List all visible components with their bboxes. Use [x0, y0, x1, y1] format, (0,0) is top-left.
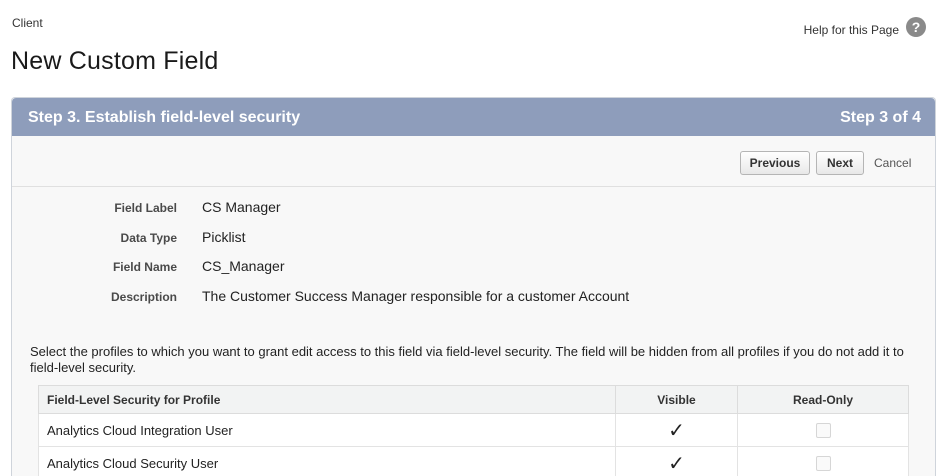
step-header: Step 3. Establish field-level security S…: [12, 98, 935, 136]
detail-row-field-name: Field Name CS_Manager: [12, 258, 935, 280]
detail-value: Picklist: [202, 229, 246, 245]
object-type-label: Client: [12, 16, 43, 30]
detail-value: CS Manager: [202, 199, 281, 215]
help-link[interactable]: Help for this Page: [804, 23, 899, 37]
cancel-link[interactable]: Cancel: [874, 156, 911, 170]
visible-checkbox[interactable]: ✓: [668, 453, 685, 475]
table-header-row: Field-Level Security for Profile Visible…: [38, 385, 909, 414]
detail-label: Data Type: [120, 231, 177, 245]
field-details: Field Label CS Manager Data Type Picklis…: [12, 187, 935, 317]
detail-row-field-label: Field Label CS Manager: [12, 199, 935, 221]
read-only-checkbox[interactable]: [815, 456, 831, 472]
field-level-security-table: Field-Level Security for Profile Visible…: [38, 385, 909, 476]
read-only-checkbox[interactable]: [815, 423, 831, 439]
next-button[interactable]: Next: [816, 151, 864, 175]
table-row: Analytics Cloud Integration User ✓: [38, 413, 909, 447]
page: Client New Custom Field Help for this Pa…: [0, 0, 936, 476]
table-row: Analytics Cloud Security User ✓: [38, 446, 909, 476]
column-header-visible[interactable]: Visible: [615, 385, 738, 414]
profile-name: Analytics Cloud Security User: [38, 446, 616, 476]
detail-label: Field Name: [112, 260, 177, 274]
profile-name: Analytics Cloud Integration User: [38, 413, 616, 447]
detail-label: Field Label: [114, 201, 177, 215]
read-only-cell[interactable]: [737, 446, 909, 476]
page-title: New Custom Field: [11, 46, 219, 75]
instructions-text: Select the profiles to which you want to…: [30, 344, 904, 375]
detail-value: The Customer Success Manager responsible…: [202, 288, 630, 304]
step-count: Step 3 of 4: [840, 109, 921, 126]
detail-row-data-type: Data Type Picklist: [12, 229, 935, 251]
detail-row-description: Description The Customer Success Manager…: [12, 288, 935, 310]
column-header-profile: Field-Level Security for Profile: [38, 385, 616, 414]
read-only-cell[interactable]: [737, 413, 909, 447]
visible-cell[interactable]: ✓: [615, 446, 738, 476]
button-bar: Previous Next Cancel: [12, 136, 935, 187]
detail-value: CS_Manager: [202, 258, 285, 274]
detail-label: Description: [110, 290, 177, 304]
wizard-panel: Step 3. Establish field-level security S…: [11, 97, 936, 476]
previous-button[interactable]: Previous: [740, 151, 810, 175]
visible-checkbox[interactable]: ✓: [668, 420, 685, 442]
step-title: Step 3. Establish field-level security: [28, 109, 301, 126]
visible-cell[interactable]: ✓: [615, 413, 738, 447]
column-header-read-only[interactable]: Read-Only: [737, 385, 909, 414]
help-icon[interactable]: ?: [906, 17, 926, 37]
